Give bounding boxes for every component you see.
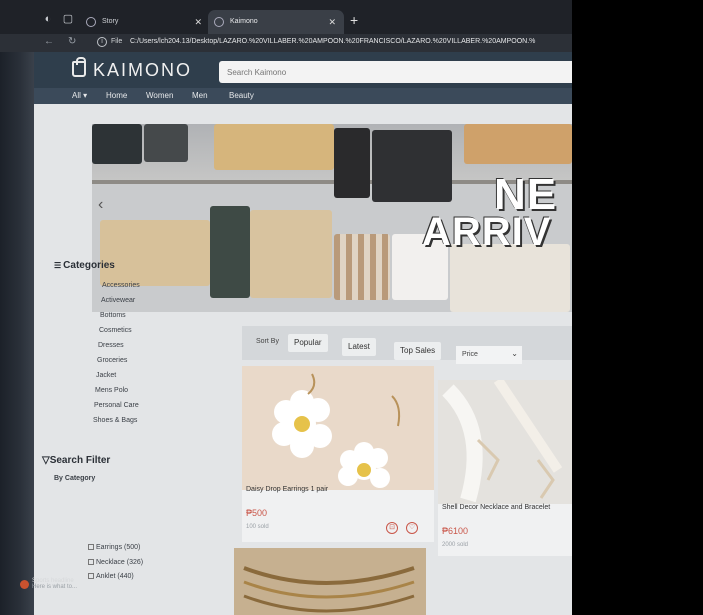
reload-icon[interactable]: ↻: [68, 36, 76, 47]
menu-item-home[interactable]: Home: [106, 91, 127, 100]
banner-garment: [214, 124, 334, 170]
category-cosmetics[interactable]: Cosmetics: [99, 327, 132, 334]
close-icon[interactable]: ✕: [194, 10, 202, 34]
tab-actions-icon[interactable]: ▢: [62, 13, 74, 25]
price-select[interactable]: Price ⌄: [456, 346, 522, 364]
categories-heading: ☰ Categories: [54, 260, 115, 271]
close-icon[interactable]: ✕: [328, 10, 336, 34]
category-dresses[interactable]: Dresses: [98, 342, 124, 349]
banner-garment: [464, 124, 572, 164]
news-icon: [20, 580, 29, 589]
page-icon: [214, 17, 224, 27]
checkbox[interactable]: [88, 544, 94, 551]
product-image: [438, 380, 572, 504]
tab-label: Story: [102, 18, 119, 25]
filter-option-earrings[interactable]: Earrings (500): [88, 544, 140, 551]
tab-label: Kaimono: [230, 18, 258, 25]
banner-headline-line2: ARRIV: [422, 210, 552, 254]
globe-icon: [86, 17, 96, 27]
chevron-left-icon[interactable]: ‹: [98, 196, 103, 214]
category-groceries[interactable]: Groceries: [97, 357, 127, 364]
category-bottoms[interactable]: Bottoms: [100, 312, 126, 319]
banner-garment: [372, 130, 452, 202]
category-activewear[interactable]: Activewear: [101, 297, 135, 304]
sort-by-label: Sort By: [256, 338, 279, 345]
brand-logo[interactable]: KAIMONO: [93, 60, 192, 81]
product-image: [243, 566, 415, 613]
product-card[interactable]: Shell Decor Necklace and Bracelet ₱6100 …: [438, 380, 572, 556]
menu-item-men[interactable]: Men: [192, 91, 208, 100]
search-filter-heading: ▽Search Filter: [42, 455, 111, 466]
search-input[interactable]: [219, 61, 572, 83]
category-shoes-bags[interactable]: Shoes & Bags: [93, 417, 137, 424]
filter-icon: ▽: [42, 455, 50, 466]
cart-icon[interactable]: ⊡: [386, 522, 398, 534]
heart-icon[interactable]: ♡: [406, 522, 418, 534]
sort-latest-button[interactable]: Latest: [342, 338, 376, 356]
category-personal-care[interactable]: Personal Care: [94, 402, 139, 409]
info-icon[interactable]: i: [97, 37, 107, 47]
shopping-bag-icon: [72, 57, 86, 77]
site-header: KAIMONO: [34, 52, 572, 88]
tab-kaimono[interactable]: Kaimono ✕: [208, 10, 344, 34]
product-name[interactable]: Daisy Drop Earrings 1 pair: [246, 486, 328, 493]
banner-garment: [250, 210, 332, 298]
banner-garment: [144, 124, 188, 162]
category-menu-bar: All ▾ Home Women Men Beauty: [34, 88, 572, 104]
filter-option-necklace[interactable]: Necklace (326): [88, 559, 143, 566]
product-sold-count: 100 sold: [246, 524, 269, 530]
banner-garment: [92, 124, 142, 164]
sort-top-sales-button[interactable]: Top Sales: [394, 342, 442, 360]
address-bar: ← ↻ i File C:/Users/lch204.13/Desktop/LA…: [0, 34, 572, 52]
banner-garment: [100, 220, 210, 286]
menu-item-all[interactable]: All ▾: [72, 91, 87, 100]
product-card[interactable]: Daisy Drop Earrings 1 pair ₱500 100 sold…: [242, 366, 434, 542]
tab-story[interactable]: Story ✕: [80, 10, 210, 34]
category-mens-polo[interactable]: Mens Polo: [95, 387, 128, 394]
banner-garment: [334, 234, 390, 300]
menu-item-beauty[interactable]: Beauty: [229, 91, 254, 100]
menu-item-women[interactable]: Women: [146, 91, 173, 100]
new-tab-button[interactable]: +: [350, 13, 358, 27]
product-price: ₱6100: [442, 526, 469, 536]
browser-profile-icon[interactable]: ◐: [42, 13, 54, 25]
product-name[interactable]: Shell Decor Necklace and Bracelet: [442, 504, 550, 511]
category-jacket[interactable]: Jacket: [96, 372, 116, 379]
list-icon: ☰: [54, 261, 62, 270]
back-icon[interactable]: ←: [44, 36, 54, 47]
filter-option-anklet[interactable]: Anklet (440): [88, 573, 134, 580]
checkbox[interactable]: [88, 573, 94, 580]
photo-frame: ◐ ▢ Story ✕ Kaimono ✕ + ← ↻ i File C:/Us…: [0, 0, 703, 615]
sort-bar: Sort By Popular Latest Top Sales Price ⌄: [242, 326, 572, 364]
product-image: [242, 366, 434, 490]
product-card[interactable]: [234, 548, 426, 615]
product-price: ₱500: [246, 508, 268, 518]
monitor-screen: ◐ ▢ Story ✕ Kaimono ✕ + ← ↻ i File C:/Us…: [0, 0, 572, 615]
taskbar-news-widget[interactable]: Sports headline Here is what to...: [20, 578, 77, 590]
banner-garment: [210, 206, 250, 298]
sort-popular-button[interactable]: Popular: [288, 334, 328, 352]
category-accessories[interactable]: Accessories: [102, 282, 140, 289]
new-arrivals-banner[interactable]: ‹ NE ARRIV: [92, 124, 572, 312]
chevron-down-icon: ⌄: [511, 349, 518, 358]
product-sold-count: 2000 sold: [442, 542, 469, 548]
checkbox[interactable]: [88, 559, 94, 566]
url-field[interactable]: C:/Users/lch204.13/Desktop/LAZARO.%20VIL…: [130, 38, 535, 45]
url-scheme-label: File: [111, 38, 123, 45]
banner-garment: [334, 128, 370, 198]
by-category-label: By Category: [54, 475, 96, 482]
browser-tab-bar: ◐ ▢ Story ✕ Kaimono ✕ +: [0, 0, 572, 34]
